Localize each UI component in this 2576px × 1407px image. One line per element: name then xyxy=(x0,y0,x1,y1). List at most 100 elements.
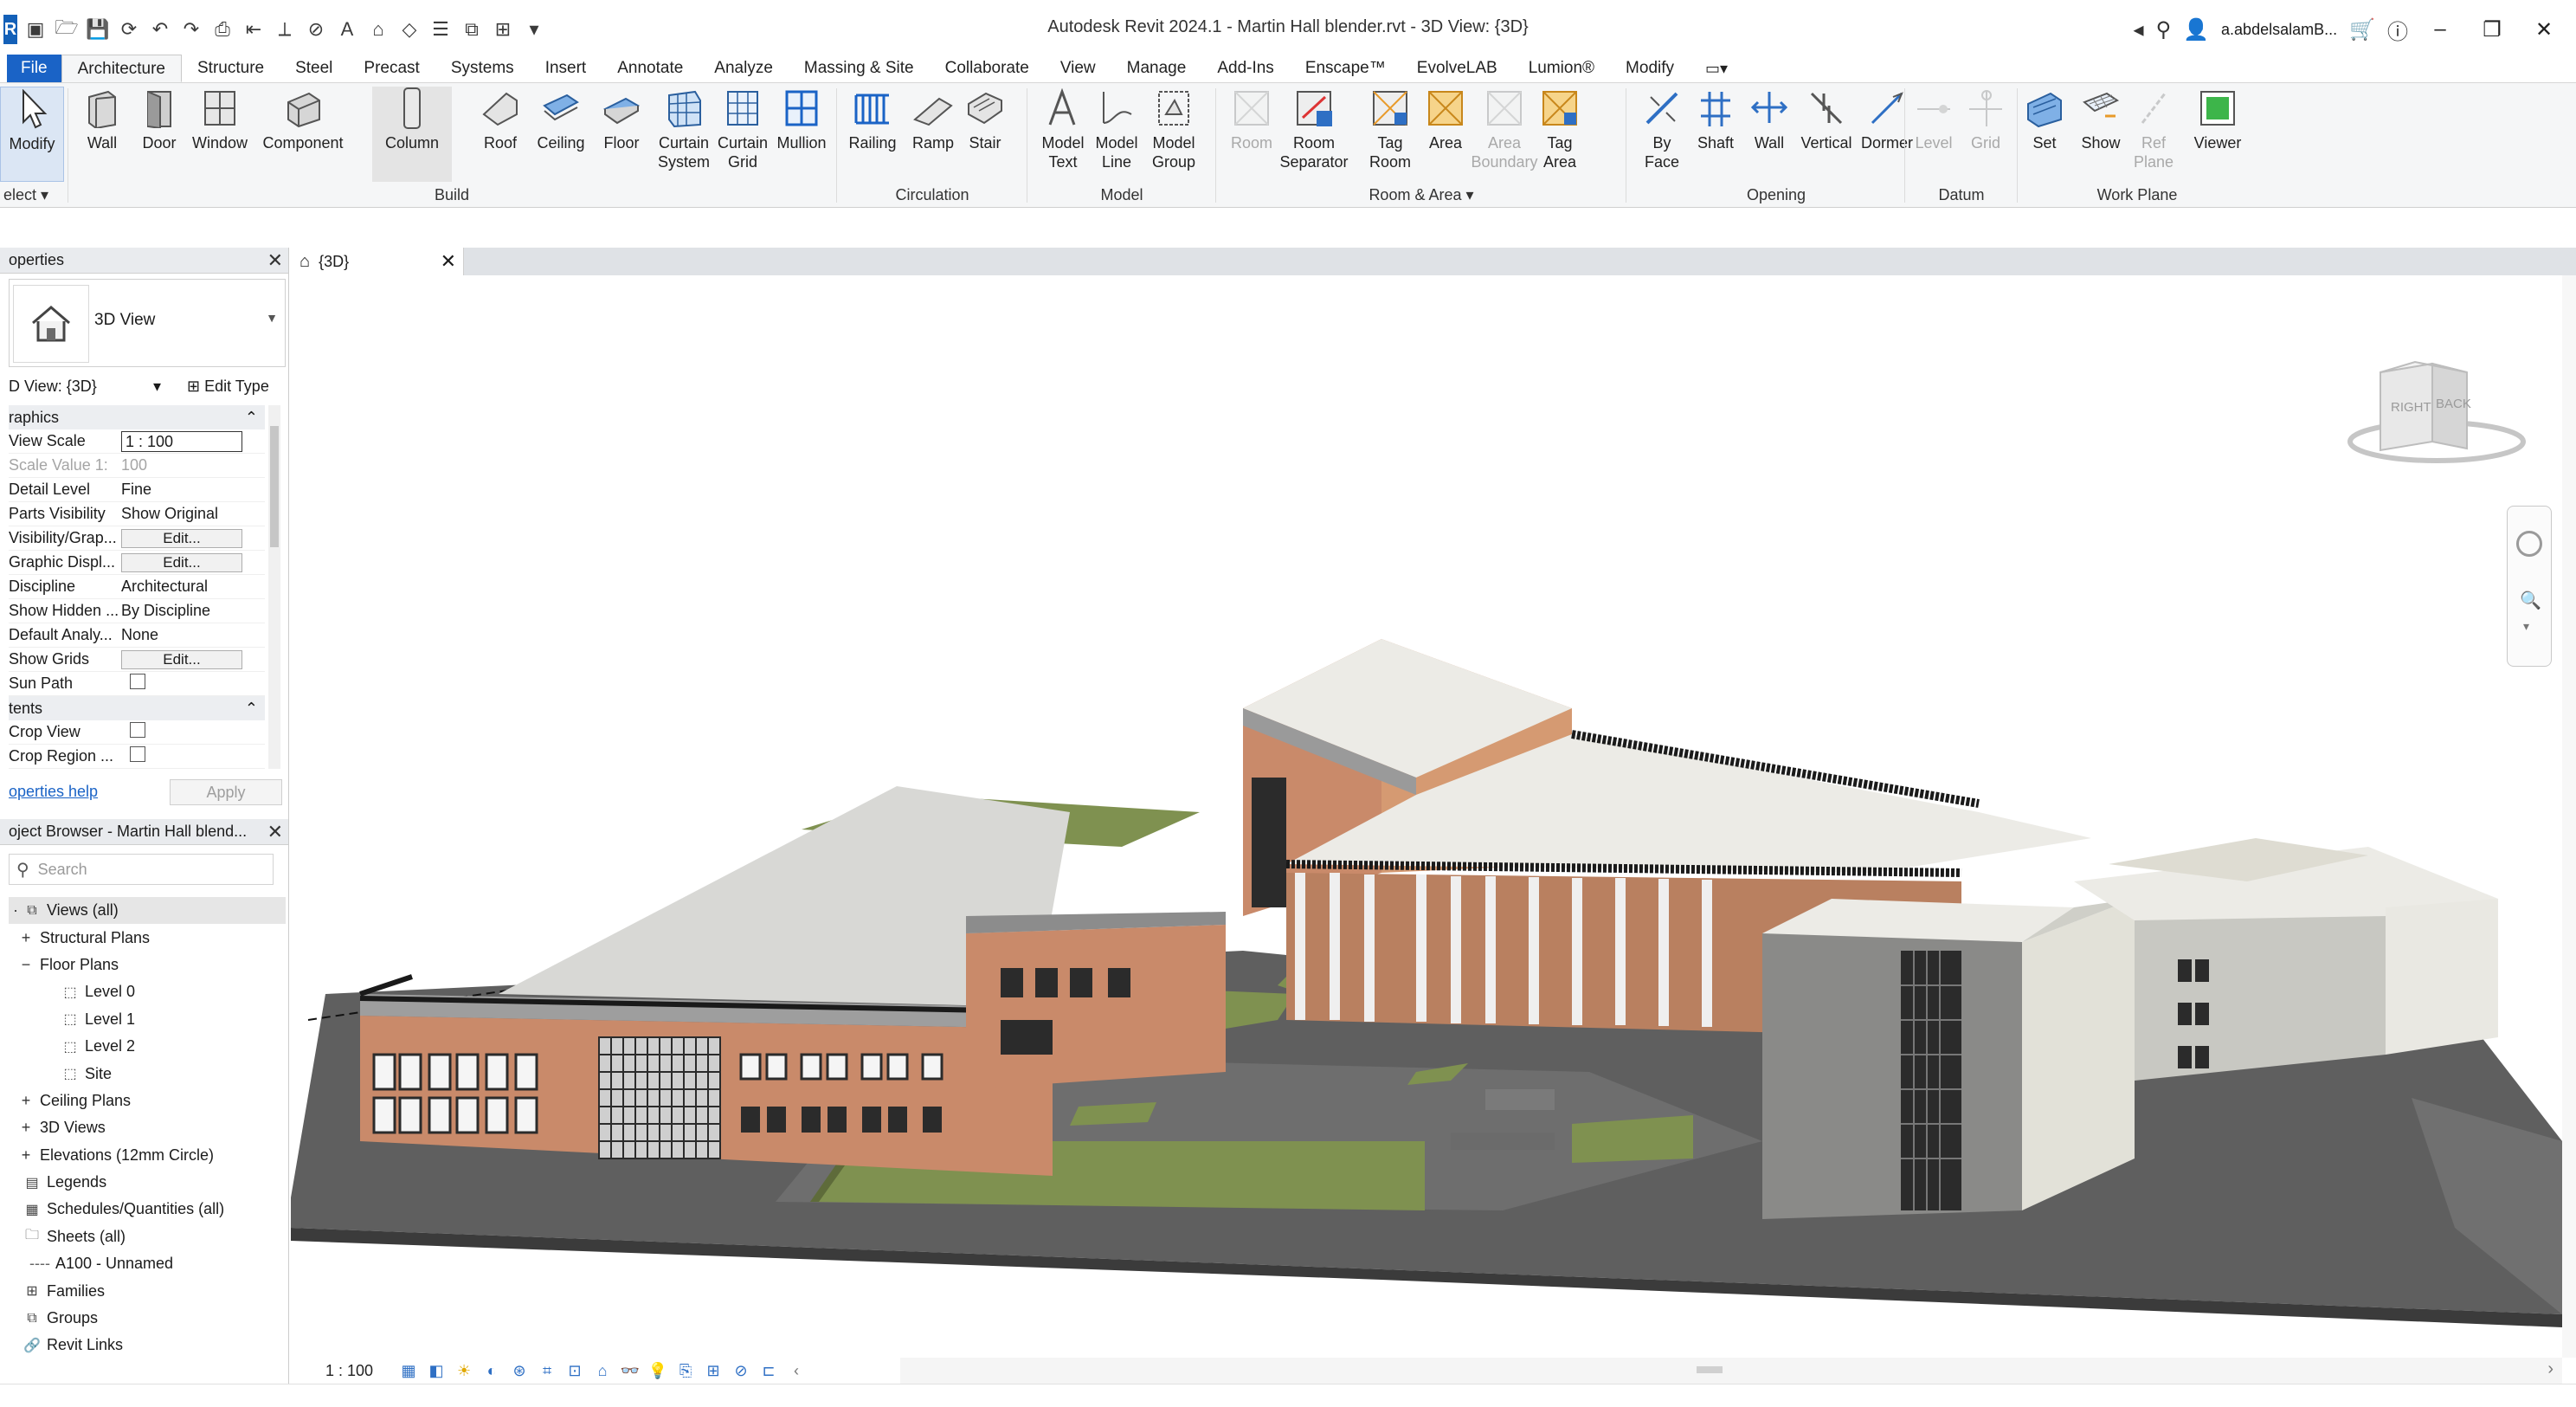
tree-node-floor-plans[interactable]: − Floor Plans xyxy=(9,952,286,978)
ref-plane-button[interactable]: Ref Plane xyxy=(2129,87,2178,182)
collapse-toggle[interactable]: − xyxy=(19,956,33,974)
revit-app-icon[interactable]: R xyxy=(3,15,17,44)
model-line-button[interactable]: Model Line xyxy=(1084,87,1150,182)
scroll-thumb[interactable] xyxy=(270,426,279,547)
viewcube-back-face[interactable]: BACK xyxy=(2436,397,2471,411)
room-area-dropdown[interactable]: Room & Area ▾ xyxy=(1219,186,1624,204)
zoom-region-icon[interactable]: 🔍 xyxy=(2520,590,2541,610)
window-button[interactable]: Window xyxy=(187,87,253,182)
show-button[interactable]: Show xyxy=(2072,87,2129,182)
area-button[interactable]: Area xyxy=(1413,87,1478,182)
floor-button[interactable]: Floor xyxy=(589,87,654,182)
tab-view[interactable]: View xyxy=(1045,55,1111,82)
grid-button[interactable]: Grid xyxy=(1960,87,2012,182)
horizontal-scrollbar[interactable]: › xyxy=(900,1358,2562,1384)
shadows-icon[interactable]: ◐ xyxy=(482,1361,501,1380)
tab-structure[interactable]: Structure xyxy=(182,55,280,82)
tab-insert[interactable]: Insert xyxy=(530,55,602,82)
tree-node-views-all[interactable]: · ⧉ Views (all) xyxy=(9,897,286,925)
thin-lines-icon[interactable]: ☰ xyxy=(428,16,454,42)
tag-area-button[interactable]: Tag Area xyxy=(1527,87,1593,182)
detail-level-value[interactable]: Fine xyxy=(121,481,265,499)
graphic-display-edit-button[interactable]: Edit... xyxy=(121,552,242,572)
discipline-value[interactable]: Architectural xyxy=(121,578,265,596)
tree-node-site[interactable]: ⬚ Site xyxy=(9,1060,286,1087)
mullion-button[interactable]: Mullion xyxy=(769,87,834,182)
tree-node-legends[interactable]: ▤ Legends xyxy=(9,1169,286,1196)
roof-button[interactable]: Roof xyxy=(467,87,533,182)
view-scale-button[interactable]: 1 : 100 xyxy=(325,1362,373,1380)
sun-path-checkbox[interactable] xyxy=(130,674,145,689)
tab-collaborate[interactable]: Collaborate xyxy=(930,55,1045,82)
set-button[interactable]: Set xyxy=(2020,87,2069,182)
binoculars-icon[interactable]: ⚲ xyxy=(2156,17,2172,42)
level-button[interactable]: Level xyxy=(1908,87,1960,182)
view-tab-3d[interactable]: ⌂ {3D} ✕ xyxy=(291,248,464,275)
vertical-scrollbar[interactable] xyxy=(2562,275,2576,1358)
collapse-icon[interactable]: ⌃ xyxy=(245,409,258,427)
tab-steel[interactable]: Steel xyxy=(280,55,348,82)
tab-lumion[interactable]: Lumion® xyxy=(1513,55,1610,82)
scroll-left-icon[interactable]: ‹ xyxy=(787,1361,806,1380)
tab-systems[interactable]: Systems xyxy=(435,55,530,82)
default-analysis-value[interactable]: None xyxy=(121,626,265,644)
tree-node-families[interactable]: ⊞ Families xyxy=(9,1277,286,1304)
tab-enscape[interactable]: Enscape™ xyxy=(1290,55,1401,82)
curtain-system-button[interactable]: Curtain System xyxy=(651,87,717,182)
column-button[interactable]: Column xyxy=(372,87,452,182)
apply-button[interactable]: Apply xyxy=(170,779,282,805)
measure-icon[interactable]: ⇤ xyxy=(241,16,267,42)
3d-view-icon[interactable]: ⌂ xyxy=(365,16,391,42)
3d-view-canvas[interactable] xyxy=(291,275,2562,1358)
expand-toggle[interactable]: + xyxy=(19,1146,33,1165)
close-window-button[interactable]: ✕ xyxy=(2524,12,2564,47)
expand-toggle[interactable]: + xyxy=(19,1119,33,1137)
view-instance-dropdown[interactable]: D View: {3D} ▾ xyxy=(9,378,170,396)
tab-architecture[interactable]: Architecture xyxy=(61,55,182,82)
browser-search-input[interactable]: ⚲ Search xyxy=(9,854,274,885)
chevron-down-icon[interactable]: ▾ xyxy=(2523,619,2529,634)
minimize-button[interactable]: – xyxy=(2420,12,2460,47)
highlight-displacement-icon[interactable]: ⊘ xyxy=(731,1361,750,1380)
ceiling-button[interactable]: Ceiling xyxy=(528,87,594,182)
save-icon[interactable]: 💾 xyxy=(85,16,111,42)
wall-button[interactable]: Wall xyxy=(69,87,135,182)
category-graphics[interactable]: raphics ⌃ xyxy=(9,405,265,429)
tab-manage[interactable]: Manage xyxy=(1111,55,1202,82)
visual-style-icon[interactable]: ◧ xyxy=(427,1361,446,1380)
modify-button[interactable]: Modify xyxy=(0,87,64,182)
unlocked-3d-view-icon[interactable]: ⌂ xyxy=(593,1361,612,1380)
crop-region-visible-checkbox[interactable] xyxy=(130,746,145,762)
wall-opening-button[interactable]: Wall xyxy=(1736,87,1802,182)
tree-node-level-2[interactable]: ⬚ Level 2 xyxy=(9,1033,286,1060)
scroll-thumb[interactable] xyxy=(1697,1366,1723,1373)
text-icon[interactable]: A xyxy=(334,16,360,42)
undo-icon[interactable]: ↶ xyxy=(147,16,173,42)
vertical-button[interactable]: Vertical xyxy=(1794,87,1859,182)
user-icon[interactable]: 👤 xyxy=(2183,17,2209,42)
tab-file[interactable]: File xyxy=(7,55,61,82)
component-button[interactable]: Component xyxy=(260,87,346,182)
cart-icon[interactable]: 🛒 xyxy=(2349,17,2375,42)
viewcube-right-face[interactable]: RIGHT xyxy=(2391,400,2431,415)
crop-view-icon[interactable]: ⌗ xyxy=(538,1361,557,1380)
sun-path-icon[interactable]: ☀ xyxy=(454,1361,473,1380)
tree-node-level-0[interactable]: ⬚ Level 0 xyxy=(9,978,286,1005)
tree-node-elevations[interactable]: + Elevations (12mm Circle) xyxy=(9,1142,286,1169)
tree-node-a100[interactable]: ---- A100 - Unnamed xyxy=(9,1250,286,1277)
show-grids-edit-button[interactable]: Edit... xyxy=(121,649,242,669)
expand-toggle[interactable]: + xyxy=(19,1092,33,1110)
collapse-icon[interactable]: ⌃ xyxy=(245,700,258,718)
category-extents[interactable]: tents ⌃ xyxy=(9,696,265,720)
tab-massing-site[interactable]: Massing & Site xyxy=(789,55,930,82)
crop-view-checkbox[interactable] xyxy=(130,722,145,738)
railing-button[interactable]: Railing xyxy=(840,87,905,182)
collapse-arrow-icon[interactable]: ◂ xyxy=(2134,17,2144,42)
view-cube[interactable]: RIGHT BACK xyxy=(2337,346,2536,476)
curtain-grid-button[interactable]: Curtain Grid xyxy=(710,87,776,182)
detail-level-icon[interactable]: ▦ xyxy=(399,1361,418,1380)
print-icon[interactable]: ⎙ xyxy=(209,16,235,42)
select-dropdown[interactable]: elect ▾ xyxy=(0,186,66,204)
tree-node-3d-views[interactable]: + 3D Views xyxy=(9,1114,286,1141)
scroll-right-icon[interactable]: › xyxy=(2547,1359,2553,1379)
